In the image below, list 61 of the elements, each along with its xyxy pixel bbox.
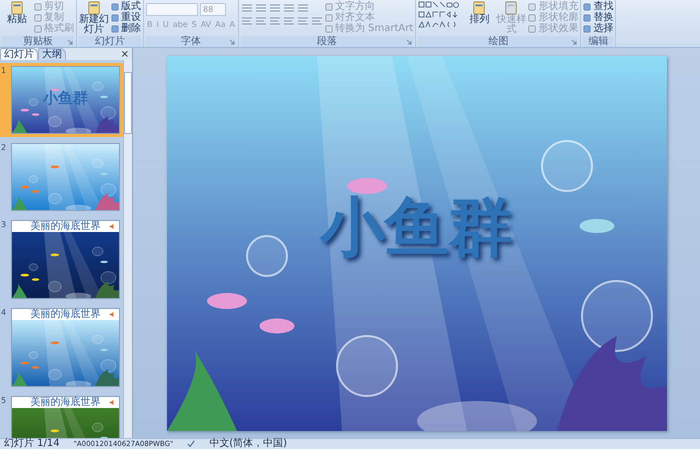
font-size-field[interactable]: 88 [200, 3, 226, 16]
slide-number: 1 [1, 66, 8, 77]
speaker-icon [109, 311, 116, 318]
slide-title: 小鱼群 [318, 190, 514, 267]
slide-heading: 美丽的海底世界 [30, 397, 100, 408]
slide-number: 3 [1, 220, 8, 231]
group-label: 字体 [181, 36, 201, 47]
align-icon[interactable] [241, 16, 253, 26]
group-label: 幻灯片 [95, 36, 125, 47]
ribbon-small-button[interactable]: 替换 [583, 12, 614, 23]
speaker-icon [109, 223, 116, 230]
align-icon[interactable] [297, 16, 309, 26]
slide-number: 4 [1, 308, 8, 319]
language-label: 中文(简体，中国) [209, 439, 288, 449]
ribbon-small-button[interactable]: 查找 [583, 1, 614, 12]
font-tool-button[interactable]: U [162, 19, 170, 31]
spellcheck-icon[interactable] [187, 440, 196, 448]
font-tool-button[interactable]: S [190, 19, 198, 31]
font-name-field[interactable] [146, 3, 198, 16]
ribbon-large-button[interactable]: 排列 [464, 1, 494, 25]
dialog-launcher-icon[interactable] [406, 39, 412, 45]
font-tool-button[interactable]: B [146, 19, 154, 31]
slide-heading: 美丽的海底世界 [30, 309, 100, 320]
align-icon[interactable] [269, 16, 281, 26]
panel-tab[interactable]: 幻灯片 [0, 48, 38, 60]
slide-title: 小鱼群 [42, 89, 89, 108]
slide-thumbnail[interactable]: 1 小鱼群 [0, 63, 123, 137]
group-label: 剪贴板 [23, 36, 53, 47]
list-icon[interactable] [241, 3, 253, 13]
group-label: 段落 [317, 36, 338, 47]
ribbon-small-button[interactable]: 删除 [111, 23, 141, 34]
list-icon[interactable] [297, 3, 309, 13]
font-tool-button[interactable]: Aa [214, 19, 227, 31]
scrollbar[interactable] [123, 60, 132, 438]
font-tool-button[interactable]: AV [200, 19, 212, 31]
slide-heading: 美丽的海底世界 [30, 221, 100, 232]
list-icon[interactable] [283, 3, 295, 13]
list-icon[interactable] [255, 3, 267, 13]
ribbon-small-button[interactable]: 选择 [583, 23, 614, 34]
font-tool-button[interactable]: abe [172, 19, 189, 31]
close-button[interactable]: × [118, 49, 132, 60]
speaker-icon [109, 399, 116, 406]
ribbon-small-button[interactable]: 重设 [111, 12, 141, 23]
align-icon[interactable] [311, 16, 323, 26]
font-tool-button[interactable]: I [156, 19, 160, 31]
slide-counter: 幻灯片 1/14 [4, 439, 60, 449]
group-label: 编辑 [588, 36, 608, 47]
group-label: 绘图 [488, 36, 508, 47]
align-icon[interactable] [255, 16, 267, 26]
font-tool-button[interactable]: A [228, 19, 236, 31]
slide-number: 5 [1, 396, 8, 407]
ribbon-small-button[interactable]: 版式 [111, 1, 141, 12]
dialog-launcher-icon[interactable] [571, 39, 578, 45]
dialog-launcher-icon[interactable] [67, 39, 73, 45]
align-icon[interactable] [283, 16, 295, 26]
ribbon-large-button[interactable]: 粘贴 [2, 1, 32, 25]
ribbon-large-button[interactable]: 新建幻灯片 [79, 1, 109, 35]
slide-number: 2 [1, 143, 8, 154]
panel-tab[interactable]: 大纲 [38, 48, 66, 60]
list-icon[interactable] [269, 3, 281, 13]
dialog-launcher-icon[interactable] [229, 39, 235, 45]
